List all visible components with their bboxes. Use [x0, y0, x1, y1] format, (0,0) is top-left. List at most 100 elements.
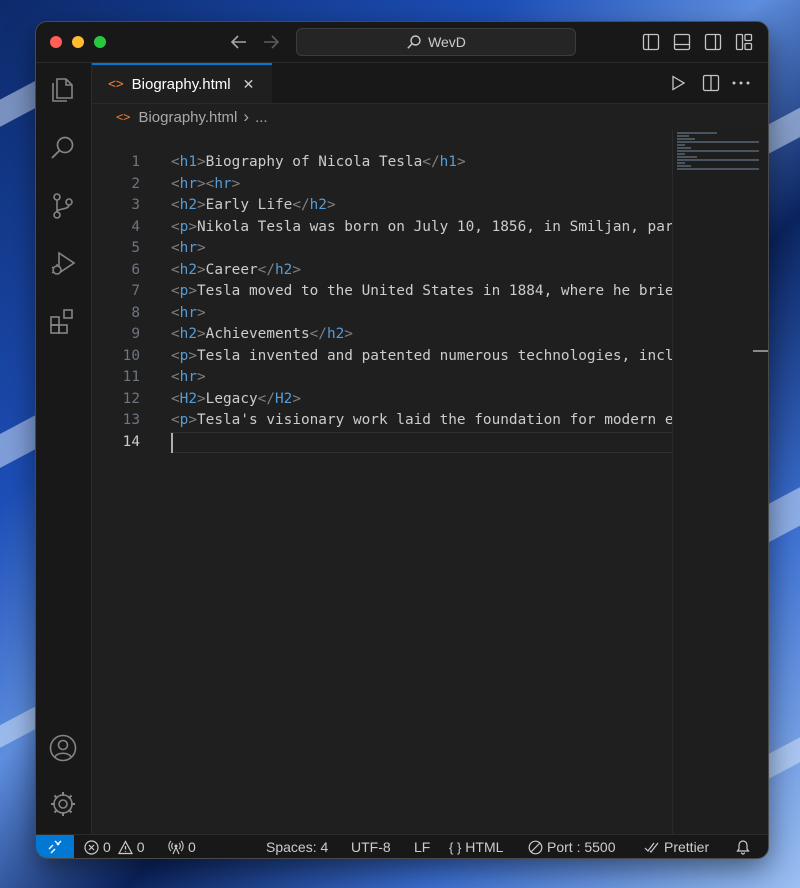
tag-bracket: >	[188, 218, 198, 235]
tag-bracket: >	[197, 197, 206, 213]
tag-bracket: </	[309, 326, 327, 342]
tab-biography-html[interactable]: <> Biography.html ✕	[92, 63, 272, 103]
extensions-icon[interactable]	[48, 307, 78, 337]
search-icon	[407, 35, 421, 49]
line-number: 3	[131, 197, 140, 213]
language-mode-status[interactable]: { } HTML	[449, 835, 503, 858]
tag-bracket: >	[188, 412, 198, 428]
block-circle-icon	[528, 840, 543, 854]
line-number: 6	[131, 261, 140, 278]
tag-bracket: >	[197, 240, 206, 256]
run-and-debug-icon[interactable]	[48, 249, 78, 279]
notifications-bell-icon[interactable]	[735, 839, 751, 855]
customize-layout-icon[interactable]	[735, 33, 753, 51]
tag-bracket: >	[292, 390, 301, 407]
search-icon[interactable]	[48, 133, 78, 163]
tag-bracket: <	[171, 369, 180, 385]
tag-name: h2	[179, 197, 197, 213]
scrollbar-thumb[interactable]	[753, 350, 768, 352]
tag-bracket: >	[292, 261, 301, 278]
code-editor[interactable]: 1 <h1>Biography of Nicola Tesla</h1> 2 <hr>…	[92, 130, 674, 834]
line-content: <p>Tesla invented and patented numerous …	[171, 346, 674, 368]
toggle-panel-icon[interactable]	[673, 33, 691, 51]
line-content: <h2>Early Life</h2>	[171, 195, 336, 217]
minimap-line	[677, 147, 691, 149]
tag-name: h2	[326, 326, 345, 342]
tag-bracket: >	[344, 326, 353, 342]
code-line: 6 <h2>Career</h2>	[92, 260, 672, 282]
toggle-secondary-sidebar-icon[interactable]	[704, 33, 722, 51]
remote-indicator-button[interactable]	[36, 835, 74, 858]
line-content: <p>Tesla's visionary work laid the found…	[171, 410, 674, 432]
breadcrumb-file[interactable]: Biography.html	[138, 109, 237, 126]
error-count: 0	[103, 839, 111, 855]
tag-bracket: </	[257, 261, 275, 278]
minimap-line	[677, 138, 695, 140]
code-line: 4 <p>Nikola Tesla was born on July 10, 18…	[92, 217, 674, 239]
source-control-icon[interactable]	[48, 191, 78, 221]
code-line: 5 <hr>	[92, 238, 672, 260]
title-bar: WevD	[36, 22, 768, 63]
code-line: 11 <hr>	[92, 367, 672, 389]
line-number: 14	[122, 433, 140, 450]
minimap-line	[677, 159, 759, 161]
line-content: <h1>Biography of Nicola Tesla</h1>	[171, 152, 466, 174]
breadcrumb-more[interactable]: ...	[255, 109, 268, 126]
code-line: 8 <hr>	[92, 303, 672, 325]
tag-bracket: <	[171, 390, 180, 407]
prettier-status[interactable]: Prettier	[644, 835, 709, 858]
text-content: Tesla invented and patented numerous tec…	[197, 347, 674, 364]
encoding-label: UTF-8	[351, 839, 391, 855]
close-tab-icon[interactable]: ✕	[243, 76, 255, 93]
encoding-status[interactable]: UTF-8	[351, 835, 391, 858]
text-cursor	[171, 432, 173, 453]
live-server-status[interactable]: Port : 5500	[528, 835, 616, 858]
minimap-line	[677, 141, 759, 143]
tag-name: hr	[179, 304, 197, 321]
minimap-line	[677, 135, 689, 137]
command-center-search[interactable]: WevD	[296, 28, 576, 56]
code-line: 7 <p>Tesla moved to the United States in …	[92, 281, 673, 303]
code-line: 2 <hr><hr>	[92, 174, 672, 196]
problems-status[interactable]: 0 0	[84, 835, 145, 858]
settings-gear-icon[interactable]	[48, 789, 78, 819]
tag-name: h1	[179, 154, 197, 170]
split-editor-icon[interactable]	[702, 74, 720, 92]
minimap-line	[677, 150, 759, 152]
tag-bracket: >	[188, 283, 198, 299]
line-number: 9	[131, 326, 140, 342]
minimap[interactable]	[672, 130, 768, 834]
forward-arrow-icon[interactable]	[262, 34, 280, 50]
more-actions-icon[interactable]	[732, 81, 750, 85]
toggle-primary-sidebar-icon[interactable]	[642, 33, 660, 51]
error-icon	[84, 839, 99, 855]
line-content: <h2>Career</h2>	[171, 260, 301, 282]
line-number: 11	[122, 369, 140, 385]
text-content: Legacy	[205, 390, 258, 407]
breadcrumb: <> Biography.html › ...	[92, 104, 268, 130]
maximize-window-button[interactable]	[94, 36, 106, 48]
tag-bracket: >	[197, 369, 206, 385]
eol-status[interactable]: LF	[414, 835, 430, 858]
tag-bracket: >	[326, 197, 336, 213]
line-content: <H2>Legacy</H2>	[171, 389, 301, 411]
spaces-label: Spaces: 4	[266, 839, 329, 855]
accounts-icon[interactable]	[48, 733, 78, 763]
minimize-window-button[interactable]	[72, 36, 84, 48]
close-window-button[interactable]	[50, 36, 62, 48]
code-brackets-icon: <>	[116, 110, 131, 124]
line-content: <p>Nikola Tesla was born on July 10, 185…	[171, 217, 674, 239]
tag-bracket: </	[257, 390, 275, 407]
run-play-icon[interactable]	[670, 75, 686, 91]
indentation-status[interactable]: Spaces: 4	[266, 835, 328, 858]
minimap-line	[677, 165, 691, 167]
back-arrow-icon[interactable]	[230, 34, 248, 50]
line-number: 2	[131, 175, 140, 192]
tag-bracket: <	[171, 304, 180, 321]
line-number: 5	[131, 240, 140, 256]
ports-status[interactable]: 0	[168, 835, 196, 858]
explorer-files-icon[interactable]	[48, 75, 78, 105]
language-label: HTML	[465, 839, 504, 855]
tag-name: h2	[179, 326, 197, 342]
remote-connection-icon	[48, 840, 62, 854]
